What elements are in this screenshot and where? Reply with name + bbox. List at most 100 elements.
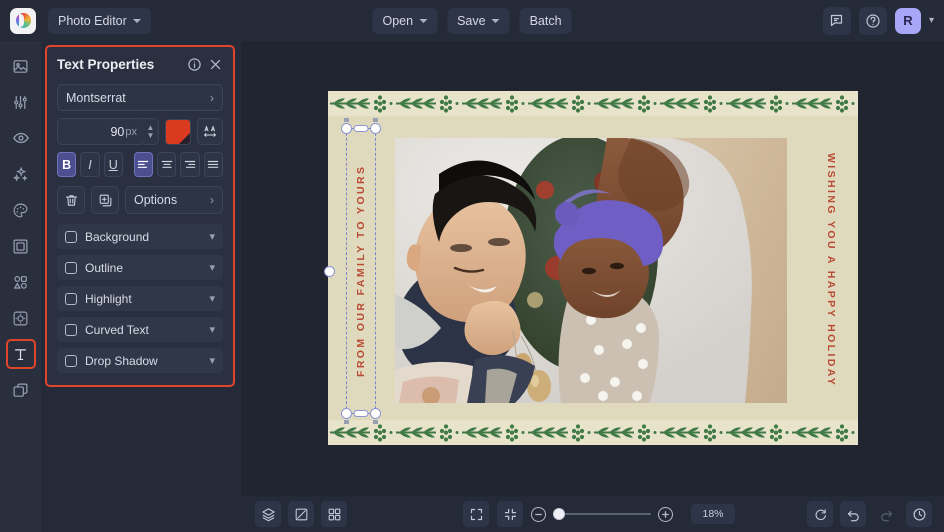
sidebar-item-retouch[interactable] xyxy=(6,123,36,153)
align-right-button[interactable] xyxy=(180,152,199,177)
duplicate-button[interactable] xyxy=(91,186,119,214)
grid-button[interactable] xyxy=(321,501,347,527)
bottom-toolbar: 18% xyxy=(241,496,944,532)
view-tools-group xyxy=(255,501,347,527)
undo-button[interactable] xyxy=(840,501,866,527)
align-justify-icon xyxy=(206,158,220,172)
greeting-card-artboard[interactable]: FROM OUR FAMILY TO YOURS WISHING YOU A H… xyxy=(328,91,858,445)
delete-button[interactable] xyxy=(57,186,85,214)
stepper-down-icon[interactable]: ▼ xyxy=(147,132,155,140)
history-button[interactable] xyxy=(906,501,932,527)
redo-button[interactable] xyxy=(873,501,899,527)
chevron-down-icon[interactable]: ▾ xyxy=(209,261,215,274)
chevron-down-icon[interactable]: ▾ xyxy=(209,323,215,336)
layers-button[interactable] xyxy=(255,501,281,527)
frame-icon xyxy=(12,238,29,255)
save-button[interactable]: Save xyxy=(447,8,510,34)
trash-icon xyxy=(64,193,79,208)
app-menu-label: Photo Editor xyxy=(58,14,127,28)
options-button[interactable]: Options › xyxy=(125,186,223,214)
font-size-field[interactable] xyxy=(68,125,124,139)
drop-shadow-checkbox[interactable] xyxy=(65,355,77,367)
sidebar-item-shapes[interactable] xyxy=(6,267,36,297)
text-color-swatch[interactable] xyxy=(165,119,191,145)
chevron-down-icon[interactable]: ▾ xyxy=(209,292,215,305)
italic-button[interactable]: I xyxy=(80,152,99,177)
highlight-checkbox[interactable] xyxy=(65,293,77,305)
account-chevron-down-icon[interactable]: ▾ xyxy=(929,15,934,26)
slider-knob[interactable] xyxy=(553,508,565,520)
card-left-vertical-text[interactable]: FROM OUR FAMILY TO YOURS xyxy=(352,138,370,403)
sidebar-item-adjust[interactable] xyxy=(6,87,36,117)
shrink-button[interactable] xyxy=(497,501,523,527)
text-icon xyxy=(12,346,29,363)
panel-header: Text Properties xyxy=(57,57,223,72)
redo-icon xyxy=(879,507,894,522)
list-item[interactable]: Background ▾ xyxy=(57,224,223,249)
font-size-row: px ▲ ▼ xyxy=(57,118,223,145)
chevron-down-icon xyxy=(419,19,427,23)
feedback-button[interactable] xyxy=(823,7,851,35)
sidebar-item-stickers[interactable] xyxy=(6,303,36,333)
close-icon[interactable] xyxy=(208,57,223,72)
avatar[interactable]: R xyxy=(895,8,921,34)
align-justify-button[interactable] xyxy=(204,152,223,177)
sidebar-item-effects[interactable] xyxy=(6,159,36,189)
list-item[interactable]: Curved Text ▾ xyxy=(57,317,223,342)
font-family-select[interactable]: Montserrat › xyxy=(57,84,223,111)
curved-text-checkbox[interactable] xyxy=(65,324,77,336)
zoom-level-value[interactable]: 18% xyxy=(691,504,735,524)
zoom-out-button[interactable] xyxy=(531,507,546,522)
undo-icon xyxy=(846,507,861,522)
save-label: Save xyxy=(457,14,486,28)
list-item[interactable]: Outline ▾ xyxy=(57,255,223,280)
sidebar-item-layers[interactable] xyxy=(6,375,36,405)
fit-screen-button[interactable] xyxy=(463,501,489,527)
sticker-icon xyxy=(12,310,29,327)
batch-button[interactable]: Batch xyxy=(520,8,572,34)
help-button[interactable] xyxy=(859,7,887,35)
shrink-icon xyxy=(503,507,518,522)
align-left-icon xyxy=(136,158,150,172)
open-button[interactable]: Open xyxy=(372,8,437,34)
sidebar-item-paint[interactable] xyxy=(6,195,36,225)
list-item[interactable]: Drop Shadow ▾ xyxy=(57,348,223,373)
palette-icon xyxy=(12,202,29,219)
text-properties-panel: Text Properties Montserrat › px xyxy=(45,45,235,387)
font-family-value: Montserrat xyxy=(66,91,210,105)
compare-button[interactable] xyxy=(288,501,314,527)
align-center-button[interactable] xyxy=(157,152,176,177)
underline-button[interactable]: U xyxy=(104,152,123,177)
letter-spacing-button[interactable] xyxy=(197,118,223,145)
bold-button[interactable]: B xyxy=(57,152,76,177)
chevron-down-icon[interactable]: ▾ xyxy=(209,230,215,243)
sidebar-item-text[interactable] xyxy=(6,339,36,369)
info-icon[interactable] xyxy=(187,57,202,72)
card-right-vertical-text[interactable]: WISHING YOU A HAPPY HOLIDAY xyxy=(822,138,840,403)
chevron-down-icon[interactable]: ▾ xyxy=(209,354,215,367)
font-size-unit: px xyxy=(125,126,137,138)
list-item-label: Drop Shadow xyxy=(85,354,201,368)
canvas-area[interactable]: FROM OUR FAMILY TO YOURS WISHING YOU A H… xyxy=(241,41,944,496)
layers-duplicate-icon xyxy=(12,382,29,399)
sidebar-item-frames[interactable] xyxy=(6,231,36,261)
sidebar-item-image[interactable] xyxy=(6,51,36,81)
font-size-input[interactable]: px xyxy=(57,118,144,145)
background-checkbox[interactable] xyxy=(65,231,77,243)
list-item-label: Outline xyxy=(85,261,201,275)
zoom-in-button[interactable] xyxy=(658,507,673,522)
layers-icon xyxy=(261,507,276,522)
top-toolbar: Photo Editor Open Save Batch xyxy=(0,0,944,41)
object-actions-row: Options › xyxy=(57,186,223,214)
app-menu-button[interactable]: Photo Editor xyxy=(48,8,151,34)
outline-checkbox[interactable] xyxy=(65,262,77,274)
align-left-button[interactable] xyxy=(134,152,153,177)
zoom-slider[interactable] xyxy=(553,507,651,521)
app-logo[interactable] xyxy=(10,8,36,34)
quantity-stepper[interactable]: ▲ ▼ xyxy=(143,118,159,145)
list-item[interactable]: Highlight ▾ xyxy=(57,286,223,311)
text-format-row: B I U xyxy=(57,152,223,177)
batch-label: Batch xyxy=(530,14,562,28)
card-photo[interactable] xyxy=(395,138,787,403)
reset-button[interactable] xyxy=(807,501,833,527)
